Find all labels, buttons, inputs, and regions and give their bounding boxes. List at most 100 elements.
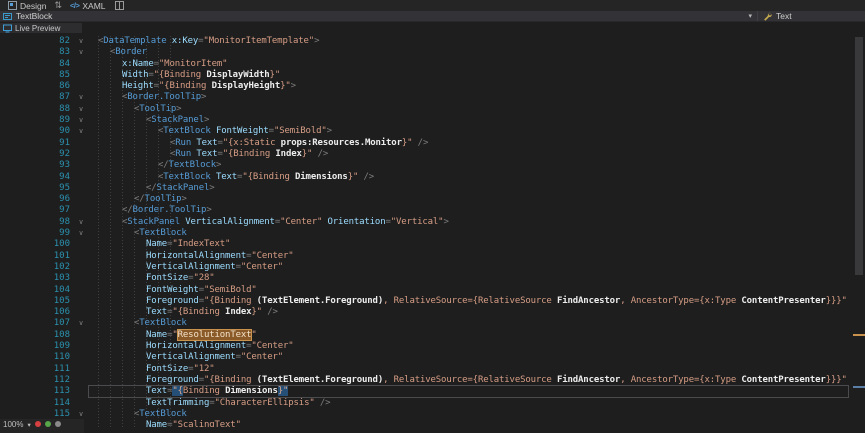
line-number[interactable]: 96 <box>0 194 70 205</box>
code-text: Foreground="{Binding (TextElement.Foregr… <box>92 375 847 386</box>
design-tab[interactable]: Design <box>3 0 51 11</box>
line-number[interactable]: 102 <box>0 262 70 273</box>
fold-chevron-icon[interactable]: ∨ <box>70 115 92 126</box>
line-number[interactable]: 112 <box>0 375 70 386</box>
line-number[interactable]: 94 <box>0 172 70 183</box>
line-number[interactable]: 99 <box>0 228 70 239</box>
code-line[interactable]: 99∨<TextBlock <box>0 228 865 239</box>
code-line[interactable]: 106Text="{Binding Index}" /> <box>0 307 865 318</box>
fold-spacer <box>70 364 92 375</box>
line-number[interactable]: 82 <box>0 36 70 47</box>
line-number[interactable]: 113 <box>0 386 70 397</box>
split-pane-icon <box>115 1 124 10</box>
fold-chevron-icon[interactable]: ∨ <box>70 318 92 329</box>
code-line[interactable]: 115∨<TextBlock <box>0 409 865 420</box>
code-line[interactable]: 109HorizontalAlignment="Center" <box>0 341 865 352</box>
code-editor[interactable]: 82∨<DataTemplate x:Key="MonitorItemTempl… <box>0 33 865 427</box>
scrollbar-thumb[interactable] <box>855 37 863 275</box>
code-line[interactable]: 103FontSize="28" <box>0 273 865 284</box>
line-number[interactable]: 108 <box>0 330 70 341</box>
zoom-control[interactable]: 100% ▾ <box>0 419 84 433</box>
code-line[interactable]: 92<Run Text="{Binding Index}" /> <box>0 149 865 160</box>
code-line[interactable]: 96</ToolTip> <box>0 194 865 205</box>
line-number[interactable]: 114 <box>0 398 70 409</box>
line-number[interactable]: 85 <box>0 70 70 81</box>
element-dropdown[interactable]: TextBlock ▾ <box>0 11 757 21</box>
live-preview-toggle[interactable]: Live Preview <box>0 23 82 33</box>
line-number[interactable]: 111 <box>0 364 70 375</box>
code-line[interactable]: 114TextTrimming="CharacterEllipsis" /> <box>0 398 865 409</box>
code-line[interactable]: 89∨<StackPanel> <box>0 115 865 126</box>
xaml-tab[interactable]: </> XAML <box>65 0 111 11</box>
code-line[interactable]: 112 Foreground="{Binding (TextElement.For… <box>0 375 865 386</box>
line-number[interactable]: 104 <box>0 285 70 296</box>
swap-arrows-icon: ⇅ <box>54 1 62 11</box>
fold-chevron-icon[interactable]: ∨ <box>70 92 92 103</box>
code-line[interactable]: 107∨<TextBlock <box>0 318 865 329</box>
code-line[interactable]: 108Name="ResolutionText" <box>0 330 865 341</box>
member-dropdown[interactable]: Text <box>757 11 865 21</box>
line-number[interactable]: 89 <box>0 115 70 126</box>
code-line[interactable]: 98∨<StackPanel VerticalAlignment="Center… <box>0 217 865 228</box>
code-line[interactable]: 91<Run Text="{x:Static props:Resources.M… <box>0 138 865 149</box>
code-line[interactable]: 95</StackPanel> <box>0 183 865 194</box>
code-line[interactable]: 84x:Name="MonitorItem" <box>0 59 865 70</box>
line-number[interactable]: 95 <box>0 183 70 194</box>
scrollbar[interactable] <box>853 33 865 427</box>
code-line[interactable]: 90∨<TextBlock FontWeight="SemiBold"> <box>0 126 865 137</box>
code-line[interactable]: 102VerticalAlignment="Center" <box>0 262 865 273</box>
line-number[interactable]: 92 <box>0 149 70 160</box>
line-number[interactable]: 110 <box>0 352 70 363</box>
fold-chevron-icon[interactable]: ∨ <box>70 104 92 115</box>
wrench-icon <box>763 12 772 21</box>
code-line[interactable]: 83∨<Border <box>0 47 865 58</box>
success-indicator-icon[interactable] <box>45 421 51 427</box>
code-line[interactable]: 110VerticalAlignment="Center" <box>0 352 865 363</box>
code-line[interactable]: 97</Border.ToolTip> <box>0 205 865 216</box>
code-line[interactable]: 87∨<Border.ToolTip> <box>0 92 865 103</box>
info-indicator-icon[interactable] <box>55 421 61 427</box>
error-indicator-icon[interactable] <box>35 421 41 427</box>
line-number[interactable]: 86 <box>0 81 70 92</box>
code-line[interactable]: 94 <TextBlock Text="{Binding Dimensions}"… <box>0 172 865 183</box>
line-number[interactable]: 100 <box>0 239 70 250</box>
line-number[interactable]: 106 <box>0 307 70 318</box>
fold-chevron-icon[interactable]: ∨ <box>70 47 92 58</box>
line-number[interactable]: 84 <box>0 59 70 70</box>
code-line[interactable]: 113Text="{Binding Dimensions}" <box>0 386 865 397</box>
line-number[interactable]: 91 <box>0 138 70 149</box>
fold-chevron-icon[interactable]: ∨ <box>70 228 92 239</box>
fold-chevron-icon[interactable]: ∨ <box>70 126 92 137</box>
line-number[interactable]: 98 <box>0 217 70 228</box>
code-line[interactable]: 93</TextBlock> <box>0 160 865 171</box>
member-dropdown-label: Text <box>776 11 792 21</box>
line-number[interactable]: 93 <box>0 160 70 171</box>
line-number[interactable]: 109 <box>0 341 70 352</box>
code-line[interactable]: 105Foreground="{Binding (TextElement.For… <box>0 296 865 307</box>
code-text: <TextBlock Text="{Binding Dimensions}" /… <box>92 172 374 183</box>
code-line[interactable]: 82∨<DataTemplate x:Key="MonitorItemTempl… <box>0 36 865 47</box>
line-number[interactable]: 103 <box>0 273 70 284</box>
code-line[interactable]: 86Height="{Binding DisplayHeight}"> <box>0 81 865 92</box>
code-lines: 82∨<DataTemplate x:Key="MonitorItemTempl… <box>0 36 865 427</box>
code-line[interactable]: 100Name="IndexText" <box>0 239 865 250</box>
line-number[interactable]: 101 <box>0 251 70 262</box>
swap-panes-button[interactable]: ⇅ <box>51 1 65 11</box>
line-number[interactable]: 83 <box>0 47 70 58</box>
line-number[interactable]: 97 <box>0 205 70 216</box>
fold-spacer <box>70 70 92 81</box>
line-number[interactable]: 88 <box>0 104 70 115</box>
split-orientation-button[interactable] <box>111 1 128 10</box>
line-number[interactable]: 107 <box>0 318 70 329</box>
fold-chevron-icon[interactable]: ∨ <box>70 36 92 47</box>
line-number[interactable]: 90 <box>0 126 70 137</box>
code-line[interactable]: 104FontWeight="SemiBold" <box>0 285 865 296</box>
fold-chevron-icon[interactable]: ∨ <box>70 217 92 228</box>
code-line[interactable]: 101HorizontalAlignment="Center" <box>0 251 865 262</box>
code-line[interactable]: 88∨<ToolTip> <box>0 104 865 115</box>
line-number[interactable]: 87 <box>0 92 70 103</box>
code-line[interactable]: 111FontSize="12" <box>0 364 865 375</box>
line-number[interactable]: 105 <box>0 296 70 307</box>
code-line[interactable]: 85Width="{Binding DisplayWidth}" <box>0 70 865 81</box>
code-line[interactable]: 116Name="ScalingText" <box>0 420 865 427</box>
